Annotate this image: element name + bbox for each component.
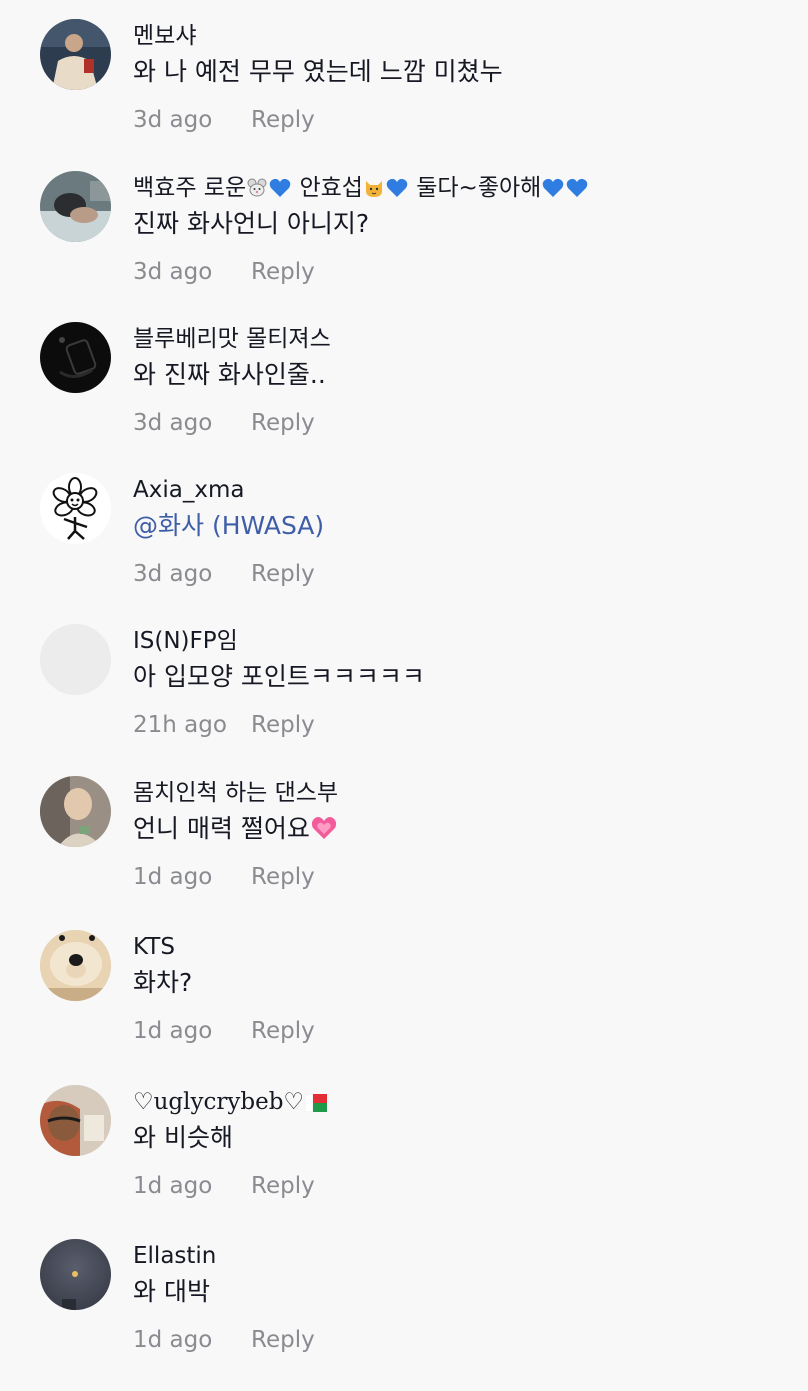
comment-timestamp: 1d ago [133,1173,213,1199]
reply-button[interactable]: Reply [251,710,315,740]
comment-text: 와 대박 [133,1277,210,1306]
avatar[interactable] [40,473,111,544]
comment-username[interactable]: ♡uglycrybeb♡ [133,1087,328,1120]
comment-username[interactable]: IS(N)FP임 [133,626,238,656]
comment-text: 와 나 예전 무무 였는데 느깜 미쳤누 [133,57,503,86]
comment-username[interactable]: 몸치인척 하는 댄스부 [133,778,338,808]
avatar[interactable] [40,624,111,695]
comment-text-content: 언니 매력 쩔어요 [133,814,310,843]
flower-character-avatar-icon [40,473,111,544]
username-part: 안효섭 [299,175,363,201]
comment-timestamp: 3d ago [133,410,213,436]
username-text: ♡uglycrybeb♡ [133,1089,305,1115]
reply-button[interactable]: Reply [251,1016,315,1046]
comment-item: IS(N)FP임 아 입모양 포인트ㅋㅋㅋㅋㅋ 21h ago Reply [0,624,808,776]
comment-timestamp: 1d ago [133,1327,213,1353]
blue-heart-icon [542,176,564,206]
mouse-face-icon [247,176,267,206]
comment-item: 블루베리맛 몰티져스 와 진짜 화사인줄.. 3d ago Reply [0,322,808,474]
growing-heart-icon [311,815,337,849]
reply-button[interactable]: Reply [251,408,315,438]
comment-timestamp: 1d ago [133,864,213,890]
blue-heart-icon [566,176,588,206]
comment-username[interactable]: 멘보샤 [133,21,196,51]
avatar[interactable] [40,776,111,847]
username-part: 백효주 로운 [133,175,247,201]
dark-photo-avatar-icon [40,322,111,393]
comment-item: 몸치인척 하는 댄스부 언니 매력 쩔어요 1d ago Reply [0,776,808,928]
avatar[interactable] [40,171,111,242]
avatar[interactable] [40,930,111,1001]
reply-button[interactable]: Reply [251,1171,315,1201]
comment-timestamp: 21h ago [133,712,227,738]
comment-item: 멘보샤 와 나 예전 무무 였는데 느깜 미쳤누 3d ago Reply [0,19,808,171]
comment-username[interactable]: 블루베리맛 몰티져스 [133,324,331,354]
reply-button[interactable]: Reply [251,257,315,287]
comment-item: 백효주 로운 안효섭 둘다~좋아해 진짜 화사언니 아니지? 3d ago Re… [0,171,808,323]
comment-timestamp: 3d ago [133,107,213,133]
comment-timestamp: 1d ago [133,1018,213,1044]
comment-text: 화차? [133,968,193,997]
blank-avatar-icon [40,624,111,695]
username-part: 둘다~좋아해 [416,175,542,201]
person-photo-avatar-icon [40,776,111,847]
comment-timestamp: 3d ago [133,561,213,587]
avatar[interactable] [40,19,111,90]
cat-face-icon [364,176,384,206]
moon-night-sky-avatar-icon [40,1239,111,1310]
sleeping-person-photo-avatar-icon [40,171,111,242]
comment-text: 아 입모양 포인트ㅋㅋㅋㅋㅋ [133,662,425,691]
avatar[interactable] [40,322,111,393]
dog-photo-avatar-icon [40,930,111,1001]
mention-link[interactable]: @화사 (HWASA) [133,509,324,543]
comment-item: Axia_xma @화사 (HWASA) 3d ago Reply [0,473,808,625]
flag-madagascar-icon [304,1090,328,1120]
comment-timestamp: 3d ago [133,259,213,285]
comment-text: 언니 매력 쩔어요 [133,812,338,849]
reply-button[interactable]: Reply [251,862,315,892]
blue-heart-icon [269,176,291,206]
comment-username[interactable]: Ellastin [133,1241,216,1271]
comment-text: 진짜 화사언니 아니지? [133,209,370,238]
person-photo-avatar-icon [40,19,111,90]
comment-username[interactable]: KTS [133,932,175,962]
comment-username[interactable]: Axia_xma [133,475,244,505]
comment-item: ♡uglycrybeb♡ 와 비슷해 1d ago Reply [0,1085,808,1237]
reply-button[interactable]: Reply [251,1325,315,1355]
reply-button[interactable]: Reply [251,105,315,135]
comment-username[interactable]: 백효주 로운 안효섭 둘다~좋아해 [133,173,589,206]
comment-item: KTS 화차? 1d ago Reply [0,930,808,1082]
comment-item: Ellastin 와 대박 1d ago Reply [0,1239,808,1391]
comment-text: 와 비슷해 [133,1123,233,1152]
comment-text: 와 진짜 화사인줄.. [133,360,326,389]
comment-list: 멘보샤 와 나 예전 무무 였는데 느깜 미쳤누 3d ago Reply 백효… [0,0,808,1378]
avatar[interactable] [40,1239,111,1310]
blue-heart-icon [386,176,408,206]
avatar[interactable] [40,1085,111,1156]
reply-button[interactable]: Reply [251,559,315,589]
person-photo-avatar-icon [40,1085,111,1156]
